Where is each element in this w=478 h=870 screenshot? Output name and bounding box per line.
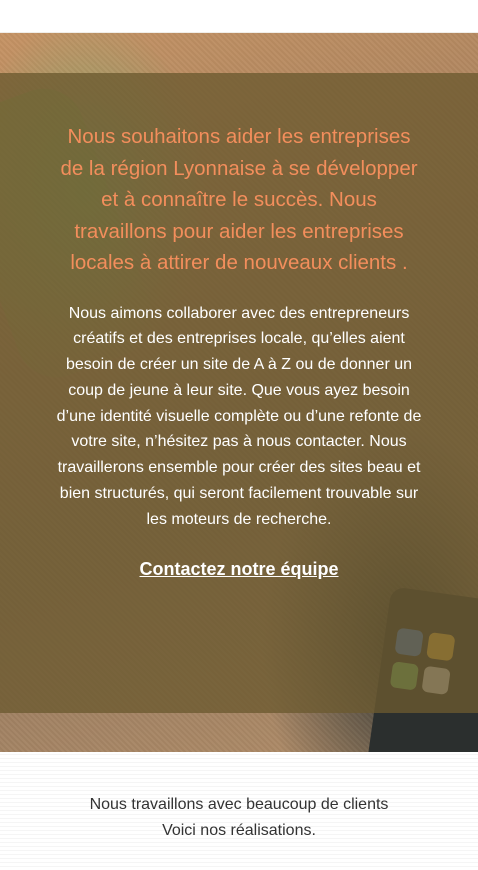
clients-intro-text: Nous travaillons avec beaucoup de client…: [89, 796, 389, 813]
hero-section: Nous souhaitons aider les entreprises de…: [0, 33, 478, 752]
hero-body-text: Nous aimons collaborer avec des entrepre…: [56, 304, 422, 528]
hero-content: Nous souhaitons aider les entreprises de…: [0, 73, 478, 580]
top-header-strip: [0, 0, 478, 33]
hero-headline: Nous souhaitons aider les entreprises de…: [60, 125, 418, 274]
portfolio-intro-text: Voici nos réalisations.: [162, 822, 316, 839]
contact-team-link[interactable]: Contactez notre équipe: [139, 559, 338, 580]
clients-section: Nous travaillons avec beaucoup de client…: [0, 752, 478, 870]
